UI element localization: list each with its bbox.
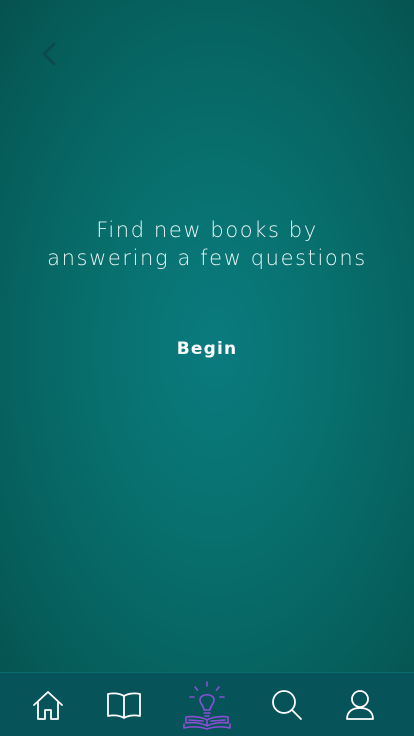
home-icon (33, 690, 63, 720)
discover-screen: Find new books by answering a few questi… (0, 0, 414, 672)
open-book-icon (107, 692, 141, 719)
chevron-left-icon (42, 42, 56, 66)
tab-home[interactable] (13, 673, 83, 736)
tab-library[interactable] (89, 673, 159, 736)
tab-search[interactable] (252, 673, 322, 736)
headline-line-2: answering a few questions (47, 246, 367, 270)
headline: Find new books by answering a few questi… (0, 216, 414, 272)
lightbulb-book-icon (183, 680, 231, 730)
headline-line-1: Find new books by (96, 218, 318, 242)
tab-profile[interactable] (325, 673, 395, 736)
back-button[interactable] (34, 38, 66, 70)
tab-bar (0, 672, 414, 736)
user-icon (346, 689, 374, 720)
tab-discover[interactable] (172, 673, 242, 736)
search-icon (272, 689, 302, 720)
begin-button[interactable]: Begin (157, 332, 257, 366)
